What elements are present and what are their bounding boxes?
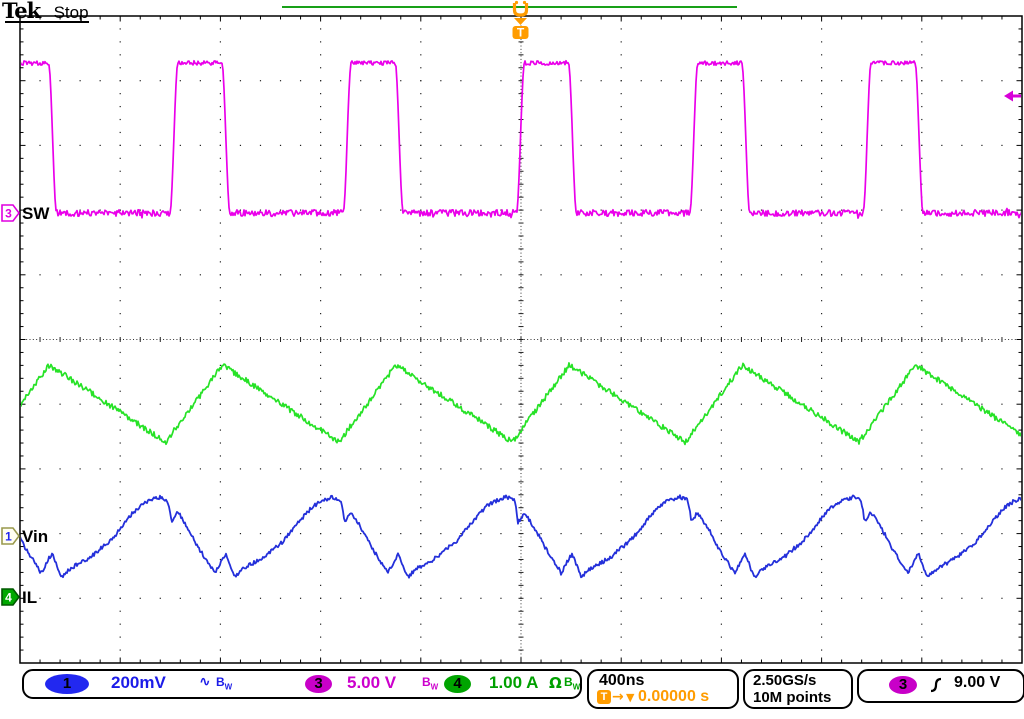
channel-label: Vin bbox=[22, 527, 48, 546]
ch3-scale-readout: 5.00 V bbox=[347, 673, 396, 693]
acquisition-readout-box[interactable]: 2.50GS/s 10M points bbox=[743, 669, 853, 709]
ch4-badge[interactable]: 4 bbox=[444, 675, 471, 693]
channel-marker-sw[interactable]: 3 SW bbox=[2, 204, 50, 223]
rising-edge-icon bbox=[929, 676, 943, 694]
trigger-delay-readout: 0.00000 s bbox=[638, 688, 709, 706]
ch1-scale-readout: 200mV bbox=[111, 673, 166, 693]
reference-point-icon: ▼ bbox=[626, 691, 634, 704]
ohm-icon: Ω bbox=[549, 674, 562, 692]
horizontal-readout-box[interactable]: 400ns T → ▼ 0.00000 s bbox=[587, 669, 739, 709]
svg-text:3: 3 bbox=[5, 207, 12, 221]
record-length-readout: 10M points bbox=[753, 689, 831, 706]
ch4-scale-readout: 1.00 A bbox=[489, 673, 538, 693]
ch1-bandwidth-indicator: BW bbox=[216, 675, 232, 691]
sample-rate-readout: 2.50GS/s bbox=[753, 672, 816, 689]
channel-readout-bar[interactable]: 1 200mV ∿ BW 3 5.00 V BW 4 1.00 A Ω BW bbox=[22, 669, 582, 699]
ac-coupling-icon: ∿ bbox=[199, 674, 211, 690]
trigger-readout-box[interactable]: 3 9.00 V bbox=[857, 669, 1024, 703]
acquisition-status: Stop bbox=[54, 3, 89, 22]
channel-label: IL bbox=[22, 588, 37, 607]
svg-text:1: 1 bbox=[5, 530, 12, 544]
tek-logo: Tek bbox=[2, 0, 40, 23]
ch1-badge[interactable]: 1 bbox=[45, 674, 89, 694]
trigger-t-icon: T bbox=[597, 690, 611, 704]
channel-marker-vin[interactable]: 1 Vin bbox=[2, 527, 48, 546]
svg-text:4: 4 bbox=[5, 591, 12, 605]
header: Tek Stop bbox=[2, 0, 89, 23]
channel-label: SW bbox=[22, 204, 50, 223]
trigger-level-readout: 9.00 V bbox=[954, 674, 1000, 692]
ch3-bandwidth-indicator: BW bbox=[422, 675, 438, 691]
arrow-right-icon: → bbox=[612, 689, 624, 705]
trigger-t-label: T bbox=[517, 26, 525, 40]
trigger-source-badge[interactable]: 3 bbox=[889, 676, 917, 694]
ch3-badge[interactable]: 3 bbox=[305, 675, 332, 693]
scope-display: 3 SW 1 Vin 4 IL T bbox=[0, 0, 1024, 719]
oscilloscope-screen: 3 SW 1 Vin 4 IL T Tek Stop 1 200mV ∿ BW 3 5.00… bbox=[0, 0, 1024, 719]
ch4-bandwidth-indicator: BW bbox=[564, 675, 580, 691]
